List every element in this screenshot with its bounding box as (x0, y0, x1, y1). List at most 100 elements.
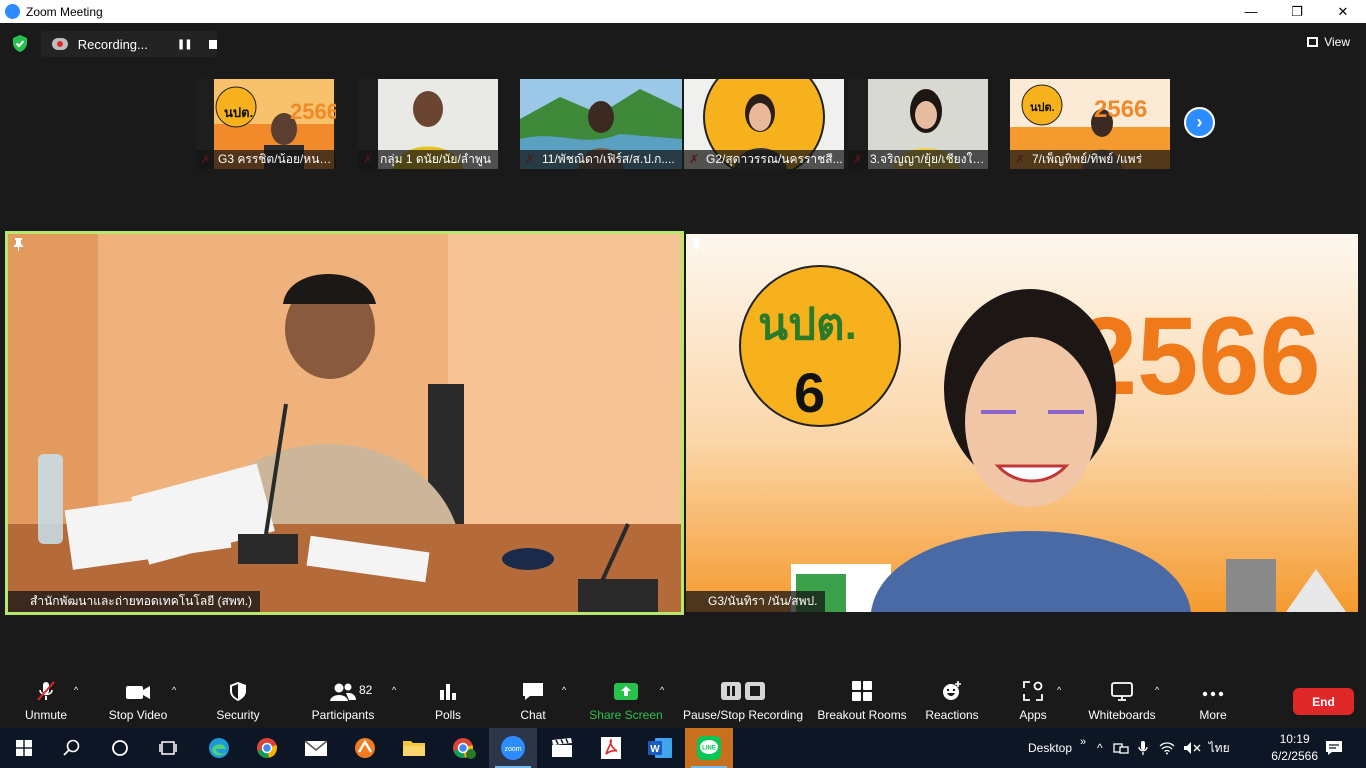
apps-button[interactable]: Apps (1014, 677, 1052, 728)
thumbnail-name: G2/สุดาวรรณ/นครราชสี... (684, 150, 844, 169)
speaker-muted-icon[interactable] (1183, 741, 1201, 755)
poll-chart-icon (440, 684, 456, 700)
taskbar-zoom[interactable]: zoom (489, 728, 537, 768)
end-meeting-button[interactable]: End (1293, 688, 1354, 715)
security-button[interactable]: Security (207, 677, 269, 728)
participant-thumbnail[interactable]: ✗ กลุ่ม 1 ดนัย/นัย/ลำพูน (358, 79, 498, 169)
polls-label: Polls (434, 708, 461, 722)
video-tile[interactable]: นปต. 6 2566 G3/นันทิรา /นัน/สพป. (686, 234, 1358, 612)
whiteboards-button[interactable]: Whiteboards (1084, 677, 1160, 728)
breakout-rooms-button[interactable]: Breakout Rooms (816, 677, 908, 728)
audio-options-caret[interactable]: ^ (74, 685, 78, 695)
action-center-button[interactable] (1310, 728, 1358, 768)
chat-options-caret[interactable]: ^ (562, 685, 566, 695)
taskbar-search-button[interactable] (48, 728, 96, 768)
taskbar-line[interactable]: LINE (685, 728, 733, 768)
pause-stop-recording-button[interactable]: Pause/Stop Recording (682, 677, 804, 728)
video-options-caret[interactable]: ^ (172, 685, 176, 695)
notification-icon (1326, 741, 1342, 755)
minimize-button[interactable]: — (1228, 0, 1274, 23)
participants-options-caret[interactable]: ^ (392, 685, 396, 695)
show-hidden-icons-chevron-icon[interactable]: ^ (1097, 741, 1103, 755)
reactions-button[interactable]: Reactions (923, 677, 981, 728)
mail-envelope-icon (304, 740, 328, 756)
participant-thumbnail[interactable]: นปต. 2566 ✗ G3 ครรชิต/น้อย/หนองบั... (196, 79, 336, 169)
unmute-button[interactable]: Unmute (14, 677, 78, 728)
grid-view-icon (1307, 37, 1319, 47)
participant-video: นปต. 6 2566 (686, 234, 1358, 612)
microphone-icon[interactable] (1137, 740, 1149, 756)
svg-text:zoom: zoom (504, 746, 521, 753)
participant-thumbnail[interactable]: ✗ G2/สุดาวรรณ/นครราชสี... (684, 79, 844, 169)
taskbar-edge[interactable] (195, 728, 243, 768)
share-screen-button[interactable]: Share Screen (588, 677, 664, 728)
folder-icon (403, 741, 425, 756)
next-page-button[interactable]: › (1184, 107, 1215, 138)
taskbar-acrobat[interactable] (587, 728, 635, 768)
pause-stop-recording-label: Pause/Stop Recording (682, 708, 804, 722)
network-ethernet-icon[interactable] (1112, 741, 1129, 755)
clapperboard-icon (552, 738, 572, 757)
wifi-icon[interactable] (1159, 741, 1175, 755)
maximize-button[interactable]: ❐ (1274, 0, 1320, 23)
participants-label: Participants (311, 708, 375, 722)
edge-browser-icon (209, 738, 229, 758)
pause-stop-recording-icon (721, 682, 765, 700)
polls-button[interactable]: Polls (428, 677, 468, 728)
taskbar-file-explorer[interactable] (390, 728, 438, 768)
whiteboards-options-caret[interactable]: ^ (1155, 685, 1159, 695)
thumbnail-logo: นปต. 2566 (1030, 96, 1147, 123)
taskbar-chrome[interactable] (243, 728, 291, 768)
thumbnail-name: 3.จริญญา/ยุ้ย/เชียงใหม่ (848, 150, 988, 169)
apps-label: Apps (1019, 708, 1047, 722)
pause-recording-button[interactable]: ❚❚ (177, 39, 193, 50)
svg-text:W: W (650, 744, 660, 755)
stop-video-button[interactable]: Stop Video (104, 677, 172, 728)
participant-thumbnail[interactable]: ✗ 3.จริญญา/ยุ้ย/เชียงใหม่ (848, 79, 988, 169)
chat-button[interactable]: Chat (512, 677, 554, 728)
taskbar-orange-app[interactable] (341, 728, 389, 768)
cortana-button[interactable] (96, 728, 144, 768)
participant-thumbnail[interactable]: ✗ 11/พัชณิดา/เฟิร์ส/ส.ป.ก.... (520, 79, 682, 169)
orange-app-icon (355, 738, 375, 758)
security-label: Security (216, 708, 260, 722)
thumb-logo-year: 2566 (1094, 96, 1147, 123)
shield-check-icon[interactable] (12, 35, 28, 52)
taskbar-video-editor[interactable] (538, 728, 586, 768)
whiteboards-label: Whiteboards (1088, 708, 1156, 722)
desktop-expand-icon: » (1080, 736, 1087, 748)
taskbar-mail[interactable] (292, 728, 340, 768)
taskbar-chrome-profile[interactable] (440, 728, 488, 768)
cloud-record-icon (52, 38, 68, 50)
participants-icon-wrap (329, 680, 357, 702)
svg-text:LINE: LINE (702, 746, 716, 752)
thumbnail-name: 11/พัชณิดา/เฟิร์ส/ส.ป.ก.... (520, 150, 682, 169)
whiteboard-icon (1111, 682, 1133, 701)
stop-video-label: Stop Video (108, 708, 168, 722)
view-button[interactable]: View (1307, 35, 1350, 49)
participant-thumbnail[interactable]: นปต. 2566 ✗ 7/เพ็ญทิพย์/ทิพย์ /แพร่ (1010, 79, 1170, 169)
video-tile-active-speaker[interactable]: สำนักพัฒนาและถ่ายทอดเทคโนโลยี (สพท.) (5, 231, 684, 615)
meeting-toolbar: Unmute ^ Stop Video ^ Security Participa… (0, 677, 1366, 728)
unmute-label: Unmute (24, 708, 68, 722)
start-button[interactable] (0, 728, 48, 768)
input-language-indicator[interactable]: ไทย (1209, 739, 1230, 758)
thumb-logo-year: 2566 (290, 99, 336, 124)
participant-name: G3/นันทิรา /นัน/สพป. (686, 591, 826, 612)
chat-bubble-icon (523, 683, 543, 700)
meeting-stage: Recording... ❚❚ View นปต. 2566 ✗ G3 ครรช… (0, 23, 1366, 677)
reactions-label: Reactions (925, 708, 979, 722)
share-screen-label: Share Screen (589, 708, 663, 722)
cortana-circle-icon (112, 740, 128, 756)
stop-recording-button[interactable] (208, 39, 218, 49)
more-button[interactable]: More (1194, 677, 1232, 728)
taskbar-word[interactable]: W (636, 728, 684, 768)
word-document-icon: W (648, 738, 672, 758)
window-title: Zoom Meeting (26, 4, 103, 19)
close-button[interactable]: ✕ (1320, 0, 1366, 23)
desktop-toolbar[interactable]: Desktop » (1028, 728, 1086, 768)
share-options-caret[interactable]: ^ (660, 685, 664, 695)
chrome-profile-icon (453, 738, 476, 759)
apps-options-caret[interactable]: ^ (1057, 685, 1061, 695)
task-view-button[interactable] (144, 728, 192, 768)
